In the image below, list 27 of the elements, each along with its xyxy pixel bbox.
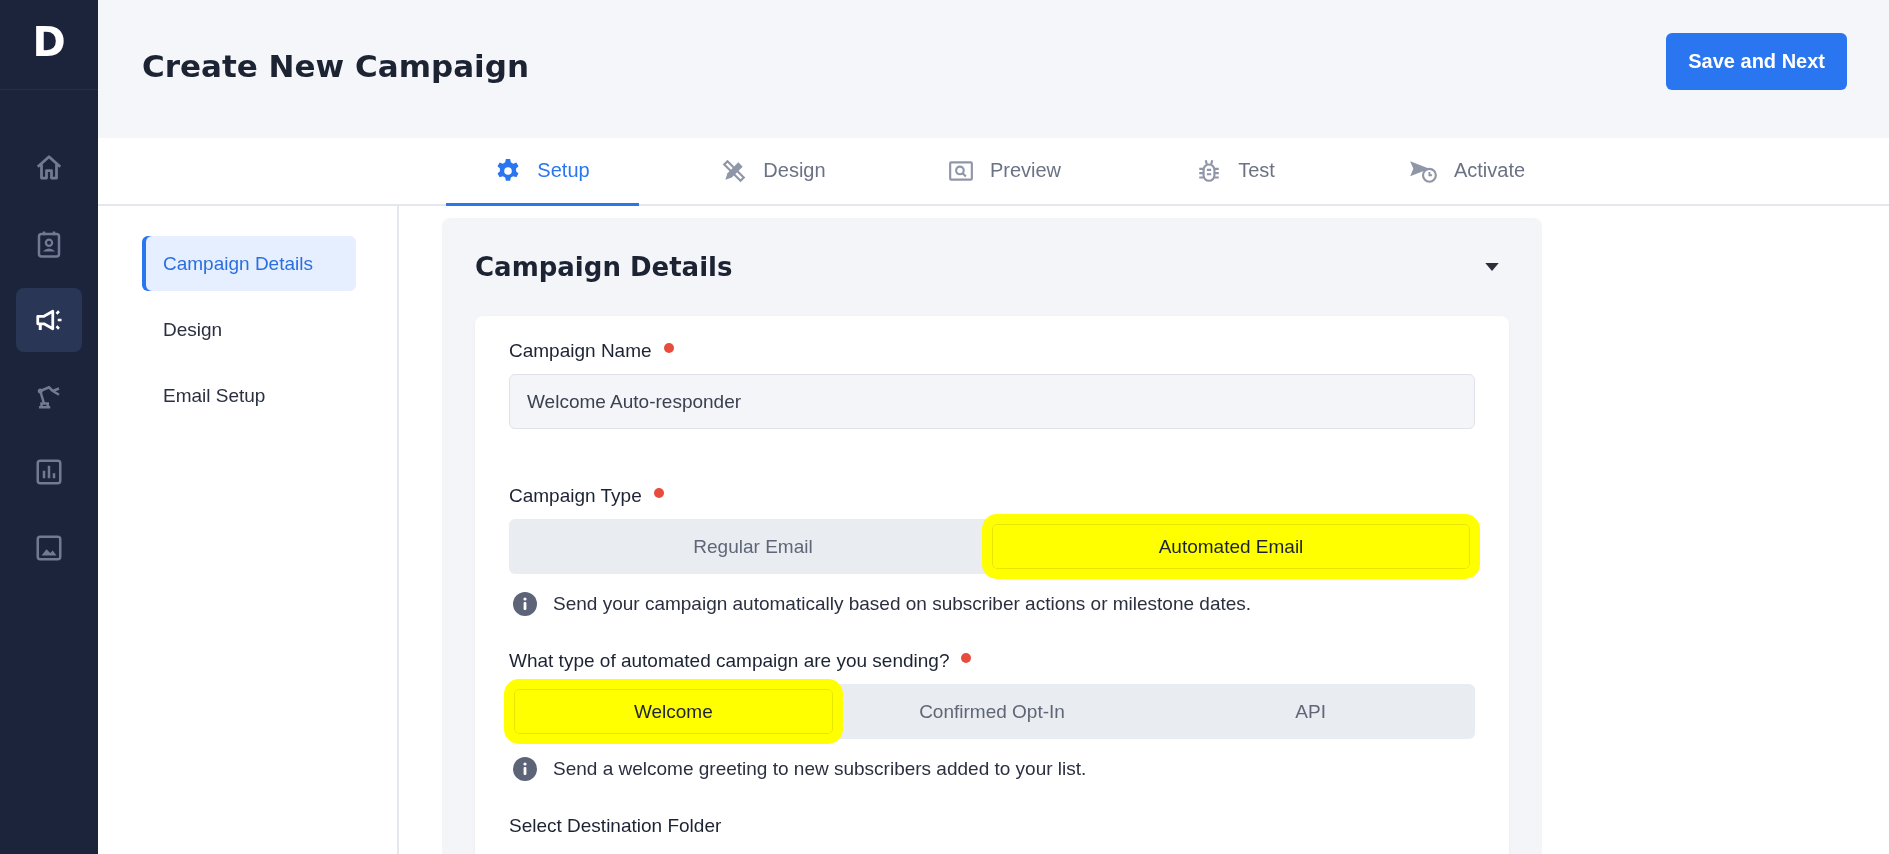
step-tab[interactable]: Design (677, 138, 870, 206)
section-menu-item[interactable]: Email Setup (142, 368, 356, 423)
info-icon (513, 592, 537, 616)
info-text: Send your campaign automatically based on subscriber actions or milestone dates. (553, 593, 1252, 615)
field-label: Campaign Name (509, 340, 652, 362)
info-icon (513, 757, 537, 781)
segment-option[interactable]: API (1151, 689, 1470, 734)
section-menu-item[interactable]: Design (142, 302, 356, 357)
info-text: Send a welcome greeting to new subscribers added to your list. (553, 758, 1087, 780)
step-tab[interactable]: Test (1139, 138, 1332, 206)
section-menu-item[interactable]: Campaign Details (142, 236, 356, 291)
step-tab[interactable]: Preview (908, 138, 1101, 206)
segment-option[interactable]: Regular Email (514, 524, 992, 569)
step-tab[interactable]: Setup (446, 138, 639, 206)
bar-chart-icon (34, 457, 64, 487)
segment-option[interactable]: Confirmed Opt-In (832, 689, 1152, 734)
pencil-ruler-icon (721, 157, 748, 184)
page-title: Create New Campaign (142, 48, 529, 84)
field-label: Select Destination Folder (509, 815, 722, 837)
field-label: What type of automated campaign are you sending? (509, 650, 950, 672)
step-tab[interactable]: Activate (1370, 138, 1563, 206)
panel-title: Campaign Details (475, 252, 733, 282)
field-label: Campaign Type (509, 485, 642, 507)
campaign-name-field[interactable]: Welcome Auto-responder (509, 374, 1475, 429)
image-icon (34, 533, 64, 563)
caret-icon[interactable] (1485, 262, 1499, 272)
save-and-next-button[interactable]: Save and Next (1666, 32, 1847, 90)
